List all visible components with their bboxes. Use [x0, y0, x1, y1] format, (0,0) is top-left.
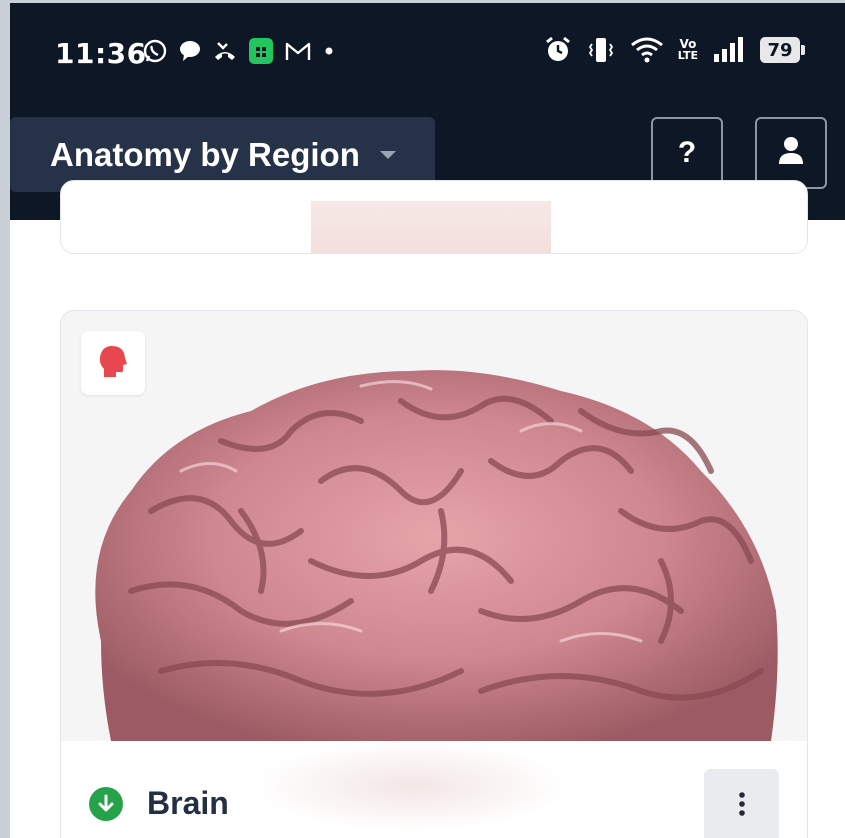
caret-down-icon: [378, 148, 398, 166]
notification-icons: [142, 37, 336, 65]
card-footer: Brain: [61, 741, 807, 838]
footer-image-fade: [251, 741, 571, 831]
status-bar: 11:36 Vo LTE 79: [10, 3, 845, 103]
wifi-icon: [630, 36, 664, 64]
system-icons: Vo LTE 79: [544, 36, 805, 64]
dot-icon: [322, 44, 336, 58]
card-title: Brain: [147, 785, 229, 821]
download-icon: [89, 787, 123, 821]
account-button[interactable]: [755, 117, 827, 189]
status-time: 11:36: [55, 37, 147, 70]
battery-icon: 79: [760, 37, 805, 63]
brain-region-card[interactable]: Brain: [60, 310, 808, 838]
more-options-button[interactable]: [704, 769, 779, 838]
more-vertical-icon: [738, 791, 746, 822]
volte-icon: Vo LTE: [677, 38, 698, 62]
head-icon: [98, 344, 128, 383]
phone-screen: 11:36 Vo LTE 79 Anatomy by Region ? Brai…: [10, 3, 845, 838]
signal-icon: [712, 36, 746, 64]
alarm-icon: [544, 36, 572, 64]
whatsapp-icon: [142, 38, 168, 64]
help-button[interactable]: ?: [651, 117, 723, 189]
missed-call-icon: [212, 39, 238, 63]
region-selector-label: Anatomy by Region: [50, 135, 360, 173]
help-label: ?: [677, 136, 697, 169]
chat-bubble-icon: [178, 39, 202, 63]
user-icon: [777, 136, 805, 171]
brain-model-image: [61, 311, 807, 741]
calculator-app-icon: [248, 37, 274, 65]
region-badge: [81, 331, 145, 395]
battery-level: 79: [760, 37, 800, 63]
previous-card-image: [311, 201, 551, 253]
gmail-icon: [284, 40, 312, 62]
previous-region-card[interactable]: [60, 180, 808, 254]
region-list[interactable]: Brain: [10, 180, 845, 838]
volte-bottom: LTE: [677, 49, 698, 62]
vibrate-icon: [586, 36, 616, 64]
